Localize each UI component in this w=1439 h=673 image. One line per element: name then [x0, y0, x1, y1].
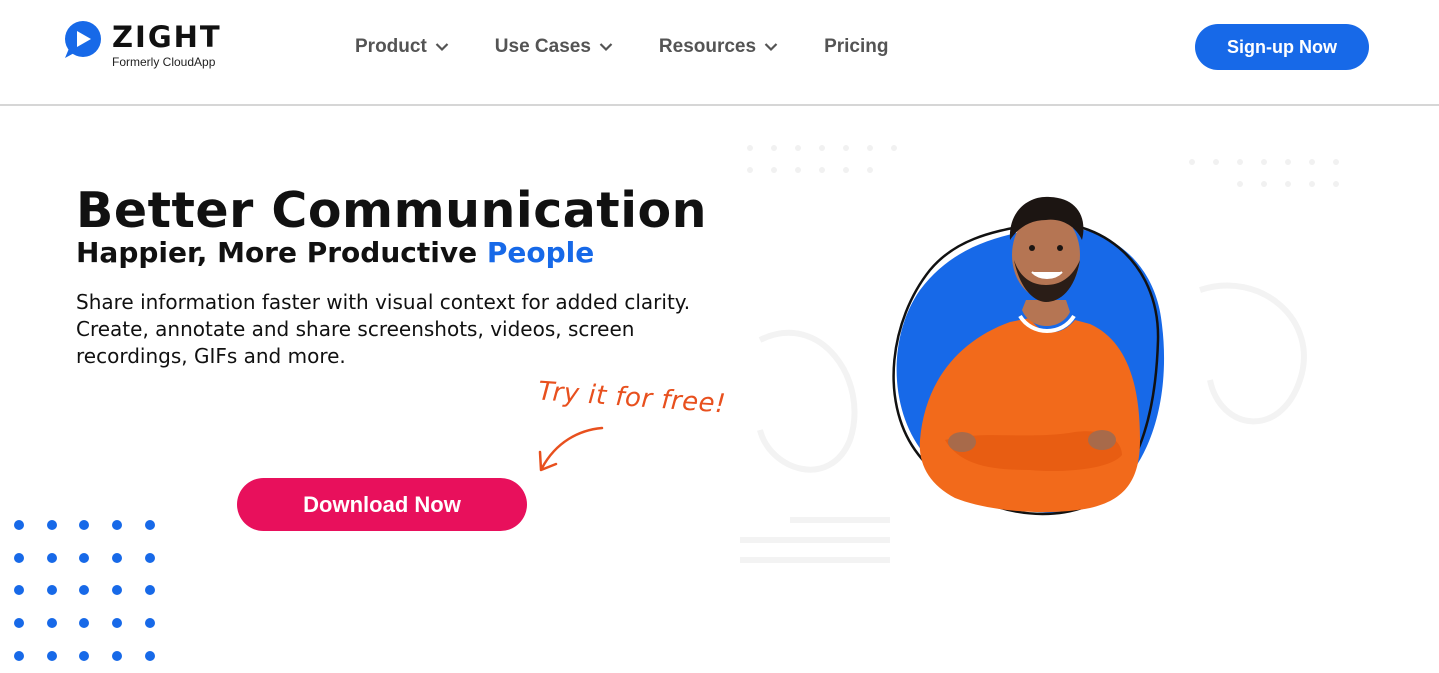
chevron-down-icon: [764, 43, 778, 52]
hero-description: Share information faster with visual con…: [76, 290, 691, 368]
person-hand-left: [948, 432, 976, 452]
download-button[interactable]: Download Now: [237, 478, 527, 531]
hero-illustration: [740, 145, 1339, 563]
person-eye-left: [1029, 245, 1035, 251]
brand-logo[interactable]: ZIGHT Formerly CloudApp: [62, 20, 222, 68]
nav-item-label: Resources: [658, 36, 757, 57]
person-eye-right: [1057, 245, 1063, 251]
signup-button[interactable]: Sign-up Now: [1195, 24, 1369, 70]
nav-item-label: Product: [355, 36, 427, 57]
decorative-dot-grid: [14, 520, 155, 661]
nav-item-label: Pricing: [824, 36, 889, 57]
person-hand-right: [1088, 430, 1116, 450]
main-nav: Product Use Cases Resources Pricing: [355, 36, 934, 58]
chevron-down-icon: [435, 43, 449, 52]
site-header: ZIGHT Formerly CloudApp Product Use Case…: [0, 0, 1439, 106]
nav-item-product[interactable]: Product: [355, 36, 449, 58]
nav-item-use-cases[interactable]: Use Cases: [495, 36, 613, 58]
zight-logo-icon: [65, 21, 101, 58]
hand-drawn-arrow-icon: [538, 426, 604, 472]
hero-subtitle-prefix: Happier, More Productive: [76, 236, 487, 269]
hero-subtitle: Happier, More Productive People: [76, 236, 594, 269]
nav-item-pricing[interactable]: Pricing: [824, 36, 888, 58]
brand-tagline: Formerly CloudApp: [112, 55, 216, 69]
nav-item-label: Use Cases: [494, 36, 591, 57]
hero-subtitle-accent: People: [486, 236, 595, 269]
try-free-note: Try it for free!: [537, 376, 727, 420]
faint-dot-pattern: [747, 145, 1339, 187]
chevron-down-icon: [599, 43, 613, 52]
brand-name: ZIGHT: [112, 20, 222, 54]
hero-title: Better Communication: [76, 182, 708, 239]
nav-item-resources[interactable]: Resources: [659, 36, 778, 58]
